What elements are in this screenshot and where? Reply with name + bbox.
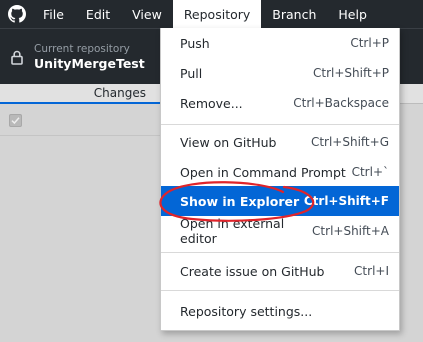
menu-branch[interactable]: Branch <box>261 0 327 28</box>
github-logo-icon <box>2 0 32 28</box>
menu-item-view-on-github[interactable]: View on GitHub Ctrl+Shift+G <box>161 127 399 157</box>
menu-separator <box>161 252 399 253</box>
menu-item-label: Remove... <box>180 95 243 111</box>
github-desktop-window: File Edit View Repository Branch Help Cu… <box>0 0 423 342</box>
changes-list-header <box>0 104 160 136</box>
menu-item-shortcut: Ctrl+I <box>354 264 389 278</box>
menu-view[interactable]: View <box>121 0 173 28</box>
menu-repository[interactable]: Repository <box>172 0 262 28</box>
menu-item-repository-settings[interactable]: Repository settings... <box>161 296 399 326</box>
current-repository-selector[interactable]: Current repository UnityMergeTest <box>0 29 160 85</box>
menu-item-create-issue[interactable]: Create issue on GitHub Ctrl+I <box>161 256 399 286</box>
checkbox-check-icon <box>11 117 20 125</box>
menu-help[interactable]: Help <box>327 0 378 28</box>
menu-item-open-external-editor[interactable]: Open in external editor Ctrl+Shift+A <box>161 216 399 246</box>
menu-item-label: Open in Command Prompt <box>180 164 346 180</box>
menu-separator <box>161 124 399 125</box>
menu-item-shortcut: Ctrl+Shift+G <box>310 135 389 149</box>
menu-item-shortcut: Ctrl+Backspace <box>293 96 389 110</box>
menu-item-label: Repository settings... <box>180 303 313 319</box>
tab-changes[interactable]: Changes <box>0 84 160 104</box>
menu-item-label: Pull <box>180 65 203 81</box>
menu-item-label: Show in Explorer <box>180 193 300 209</box>
menu-item-remove[interactable]: Remove... Ctrl+Backspace <box>161 88 399 118</box>
menu-edit[interactable]: Edit <box>75 0 121 28</box>
menu-separator <box>161 290 399 291</box>
menu-item-shortcut: Ctrl+P <box>350 36 389 50</box>
menu-item-label: View on GitHub <box>180 134 277 150</box>
menu-item-shortcut: Ctrl+Shift+A <box>312 224 389 238</box>
menu-file[interactable]: File <box>32 0 75 28</box>
menu-bar: File Edit View Repository Branch Help <box>0 0 423 28</box>
lock-icon <box>0 50 34 65</box>
menu-item-shortcut: Ctrl+Shift+F <box>303 194 389 208</box>
menu-item-open-command-prompt[interactable]: Open in Command Prompt Ctrl+` <box>161 157 399 187</box>
menu-item-push[interactable]: Push Ctrl+P <box>161 28 399 58</box>
menu-item-pull[interactable]: Pull Ctrl+Shift+P <box>161 58 399 88</box>
menu-item-shortcut: Ctrl+Shift+P <box>313 66 389 80</box>
menu-item-label: Create issue on GitHub <box>180 263 325 279</box>
select-all-checkbox[interactable] <box>9 114 22 127</box>
menu-item-label: Push <box>180 35 210 51</box>
menu-item-show-in-explorer[interactable]: Show in Explorer Ctrl+Shift+F <box>161 186 399 216</box>
current-repository-label: Current repository <box>34 43 130 55</box>
menu-item-label: Open in external editor <box>180 216 285 246</box>
menu-item-shortcut: Ctrl+` <box>351 165 389 179</box>
current-repository-name: UnityMergeTest <box>34 56 145 71</box>
repository-menu-dropdown: Push Ctrl+P Pull Ctrl+Shift+P Remove... … <box>160 28 400 331</box>
